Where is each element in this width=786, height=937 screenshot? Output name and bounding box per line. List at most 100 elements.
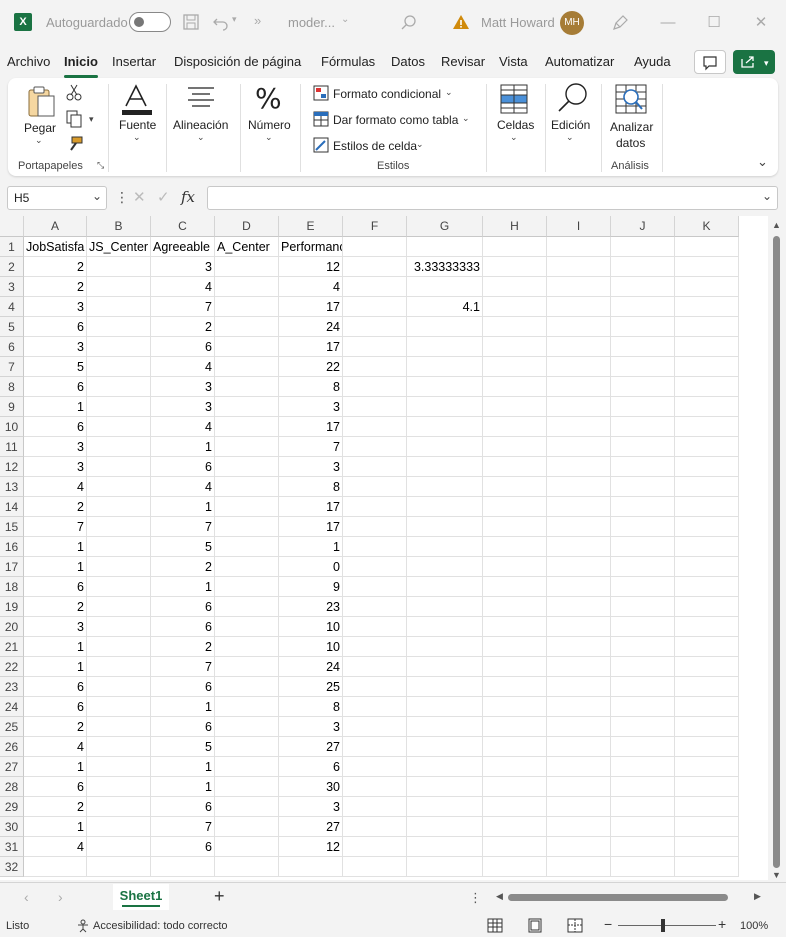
font-icon[interactable] bbox=[120, 84, 154, 116]
cell-f8[interactable] bbox=[343, 377, 407, 397]
cell-f7[interactable] bbox=[343, 357, 407, 377]
cell-f3[interactable] bbox=[343, 277, 407, 297]
cell-c22[interactable]: 7 bbox=[151, 657, 215, 677]
cell-c3[interactable]: 4 bbox=[151, 277, 215, 297]
cell-a10[interactable]: 6 bbox=[24, 417, 87, 437]
cell-styles-button[interactable]: Estilos de celda bbox=[333, 139, 417, 153]
cell-b18[interactable] bbox=[87, 577, 151, 597]
row-header[interactable]: 21 bbox=[0, 637, 24, 657]
analyze-data-label-2[interactable]: datos bbox=[616, 136, 645, 150]
column-header-a[interactable]: A bbox=[24, 216, 87, 237]
tab-insertar[interactable]: Insertar bbox=[112, 54, 156, 69]
cell-g21[interactable] bbox=[407, 637, 483, 657]
close-icon[interactable]: ✕ bbox=[748, 10, 774, 36]
cell-k27[interactable] bbox=[675, 757, 739, 777]
cell-i21[interactable] bbox=[547, 637, 611, 657]
cell-i23[interactable] bbox=[547, 677, 611, 697]
cell-d26[interactable] bbox=[215, 737, 279, 757]
maximize-icon[interactable]: ☐ bbox=[701, 10, 727, 36]
cell-j10[interactable] bbox=[611, 417, 675, 437]
cell-g8[interactable] bbox=[407, 377, 483, 397]
alignment-dropdown-icon[interactable]: ⌄ bbox=[197, 132, 205, 143]
cell-b27[interactable] bbox=[87, 757, 151, 777]
cell-e14[interactable]: 17 bbox=[279, 497, 343, 517]
cell-i19[interactable] bbox=[547, 597, 611, 617]
cell-f5[interactable] bbox=[343, 317, 407, 337]
conditional-format-icon[interactable] bbox=[313, 85, 329, 101]
cell-e1[interactable]: Performance bbox=[279, 237, 343, 257]
cell-d8[interactable] bbox=[215, 377, 279, 397]
zoom-slider-handle[interactable] bbox=[661, 919, 665, 932]
cell-d28[interactable] bbox=[215, 777, 279, 797]
cell-h14[interactable] bbox=[483, 497, 547, 517]
ribbon-collapse-icon[interactable]: ⌄ bbox=[757, 154, 768, 170]
row-header[interactable]: 10 bbox=[0, 417, 24, 437]
cell-e21[interactable]: 10 bbox=[279, 637, 343, 657]
cell-f26[interactable] bbox=[343, 737, 407, 757]
paste-dropdown-icon[interactable]: ⌄ bbox=[35, 135, 43, 146]
cell-j31[interactable] bbox=[611, 837, 675, 857]
cell-f30[interactable] bbox=[343, 817, 407, 837]
percent-icon[interactable]: % bbox=[255, 82, 282, 115]
cell-k25[interactable] bbox=[675, 717, 739, 737]
row-header[interactable]: 1 bbox=[0, 237, 24, 257]
cell-e22[interactable]: 24 bbox=[279, 657, 343, 677]
row-header[interactable]: 7 bbox=[0, 357, 24, 377]
cell-f31[interactable] bbox=[343, 837, 407, 857]
cell-e26[interactable]: 27 bbox=[279, 737, 343, 757]
cell-f15[interactable] bbox=[343, 517, 407, 537]
format-painter-icon[interactable] bbox=[66, 136, 84, 154]
conditional-format-button[interactable]: Formato condicional bbox=[333, 87, 441, 101]
cell-g6[interactable] bbox=[407, 337, 483, 357]
row-header[interactable]: 3 bbox=[0, 277, 24, 297]
cell-h27[interactable] bbox=[483, 757, 547, 777]
row-header[interactable]: 28 bbox=[0, 777, 24, 797]
row-header[interactable]: 26 bbox=[0, 737, 24, 757]
cell-a18[interactable]: 6 bbox=[24, 577, 87, 597]
cell-f14[interactable] bbox=[343, 497, 407, 517]
row-header[interactable]: 11 bbox=[0, 437, 24, 457]
cell-i20[interactable] bbox=[547, 617, 611, 637]
cell-c31[interactable]: 6 bbox=[151, 837, 215, 857]
cell-e27[interactable]: 6 bbox=[279, 757, 343, 777]
prev-sheet-icon[interactable]: ‹ bbox=[24, 889, 29, 905]
cell-k19[interactable] bbox=[675, 597, 739, 617]
cell-h26[interactable] bbox=[483, 737, 547, 757]
cell-g20[interactable] bbox=[407, 617, 483, 637]
cell-b29[interactable] bbox=[87, 797, 151, 817]
cell-styles-dropdown-icon[interactable]: ⌄ bbox=[416, 139, 424, 150]
cell-i24[interactable] bbox=[547, 697, 611, 717]
insert-function-icon[interactable]: fx bbox=[181, 188, 195, 206]
scroll-left-icon[interactable]: ◀ bbox=[496, 891, 503, 902]
cell-b21[interactable] bbox=[87, 637, 151, 657]
cell-h9[interactable] bbox=[483, 397, 547, 417]
row-header[interactable]: 19 bbox=[0, 597, 24, 617]
editing-dropdown-icon[interactable]: ⌄ bbox=[566, 132, 574, 143]
column-header-e[interactable]: E bbox=[279, 216, 343, 237]
cell-g5[interactable] bbox=[407, 317, 483, 337]
cell-h11[interactable] bbox=[483, 437, 547, 457]
cell-c20[interactable]: 6 bbox=[151, 617, 215, 637]
cell-i32[interactable] bbox=[547, 857, 611, 877]
cell-a13[interactable]: 4 bbox=[24, 477, 87, 497]
tab-automatizar[interactable]: Automatizar bbox=[545, 54, 614, 69]
cell-e13[interactable]: 8 bbox=[279, 477, 343, 497]
cell-i16[interactable] bbox=[547, 537, 611, 557]
cell-e18[interactable]: 9 bbox=[279, 577, 343, 597]
cell-i27[interactable] bbox=[547, 757, 611, 777]
cell-h15[interactable] bbox=[483, 517, 547, 537]
cell-f20[interactable] bbox=[343, 617, 407, 637]
cell-k4[interactable] bbox=[675, 297, 739, 317]
tab-formulas[interactable]: Fórmulas bbox=[321, 54, 375, 69]
column-header-c[interactable]: C bbox=[151, 216, 215, 237]
cell-g12[interactable] bbox=[407, 457, 483, 477]
tab-inicio[interactable]: Inicio bbox=[64, 54, 98, 78]
row-header[interactable]: 27 bbox=[0, 757, 24, 777]
cell-b25[interactable] bbox=[87, 717, 151, 737]
paste-label[interactable]: Pegar bbox=[24, 121, 56, 135]
cell-d2[interactable] bbox=[215, 257, 279, 277]
cell-c13[interactable]: 4 bbox=[151, 477, 215, 497]
cell-e4[interactable]: 17 bbox=[279, 297, 343, 317]
accessibility-status[interactable]: Accesibilidad: todo correcto bbox=[93, 920, 228, 932]
cell-k15[interactable] bbox=[675, 517, 739, 537]
